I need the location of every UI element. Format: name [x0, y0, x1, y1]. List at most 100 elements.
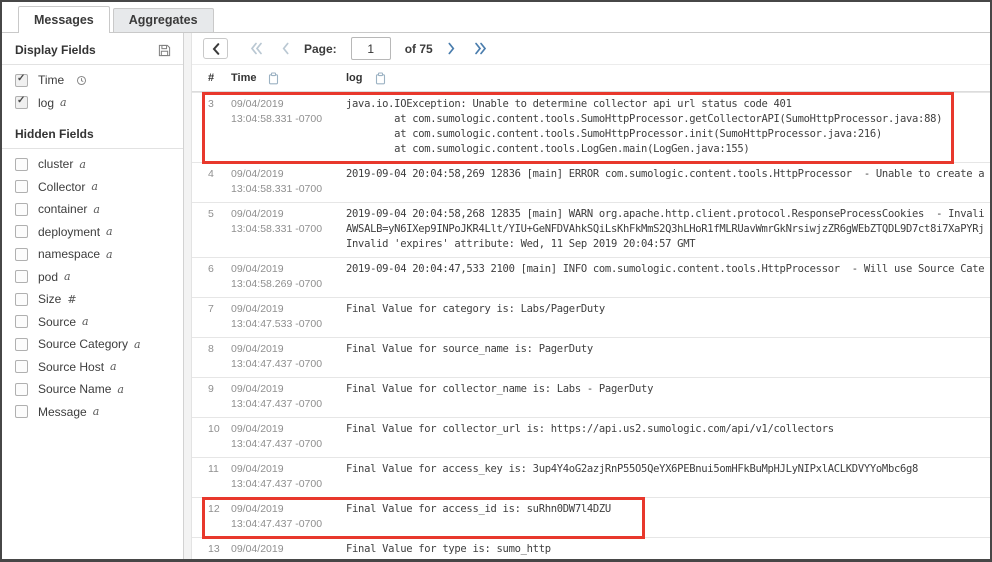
log-row[interactable]: 12 09/04/2019 13:04:47.437 -0700 Final V… — [192, 497, 990, 537]
field-checkbox[interactable] — [15, 248, 28, 261]
row-date: 09/04/2019 — [231, 462, 346, 477]
row-timestamp: 13:04:47.437 -0700 — [231, 357, 346, 372]
display-field-item[interactable]: log a — [2, 92, 183, 115]
hidden-field-item[interactable]: Collector a — [2, 176, 183, 199]
row-date: 09/04/2019 — [231, 207, 346, 222]
content-area: Display Fields Time — [2, 33, 990, 559]
row-number: 4 — [208, 167, 231, 197]
hidden-field-item[interactable]: Message a — [2, 401, 183, 424]
row-number: 7 — [208, 302, 231, 332]
row-log-message: Final Value for access_key is: 3up4Y4oG2… — [346, 462, 990, 492]
hidden-field-item[interactable]: Source Host a — [2, 356, 183, 379]
hidden-field-item[interactable]: pod a — [2, 266, 183, 289]
row-number: 9 — [208, 382, 231, 412]
field-type-suffix: a — [64, 270, 71, 283]
row-date: 09/04/2019 — [231, 302, 346, 317]
double-chevron-left-icon — [250, 42, 263, 55]
row-date: 09/04/2019 — [231, 167, 346, 182]
row-time: 09/04/2019 13:04:47.437 -0700 — [231, 462, 346, 492]
log-row[interactable]: 6 09/04/2019 13:04:58.269 -0700 2019-09-… — [192, 257, 990, 297]
hidden-field-item[interactable]: container a — [2, 198, 183, 221]
field-label: namespace — [38, 247, 100, 261]
pagination-toolbar: Page: of 75 — [192, 33, 990, 65]
field-label: Source Host — [38, 360, 104, 374]
field-checkbox[interactable] — [15, 225, 28, 238]
page-number-input[interactable] — [351, 37, 391, 60]
hidden-field-item[interactable]: cluster a — [2, 153, 183, 176]
row-date: 09/04/2019 — [231, 422, 346, 437]
row-number: 8 — [208, 342, 231, 372]
row-time: 09/04/2019 13:04:58.331 -0700 — [231, 207, 346, 252]
field-checkbox[interactable] — [15, 180, 28, 193]
row-date: 09/04/2019 — [231, 342, 346, 357]
field-label: deployment — [38, 225, 100, 239]
row-time: 09/04/2019 13:04:47.437 -0700 — [231, 502, 346, 532]
log-row[interactable]: 4 09/04/2019 13:04:58.331 -0700 2019-09-… — [192, 162, 990, 202]
copy-column-icon[interactable] — [268, 72, 279, 85]
field-checkbox[interactable] — [15, 270, 28, 283]
chevron-right-icon — [447, 42, 456, 55]
display-fields-list: Time log a — [2, 65, 183, 114]
column-header-time[interactable]: Time — [231, 72, 346, 85]
log-row[interactable]: 5 09/04/2019 13:04:58.331 -0700 2019-09-… — [192, 202, 990, 257]
last-page-button[interactable] — [465, 42, 496, 55]
row-time: 09/04/2019 13:04:58.331 -0700 — [231, 167, 346, 197]
row-number: 10 — [208, 422, 231, 452]
hidden-fields-list: cluster a Collector a container a — [2, 149, 183, 423]
first-page-button[interactable] — [241, 42, 272, 55]
field-checkbox[interactable] — [15, 96, 28, 109]
field-checkbox[interactable] — [15, 383, 28, 396]
row-timestamp: 13:04:47.437 -0700 — [231, 437, 346, 452]
field-type-suffix: a — [93, 405, 100, 418]
column-header-num[interactable]: # — [208, 72, 231, 84]
chevron-left-icon — [281, 42, 290, 55]
field-type-suffix: a — [134, 338, 141, 351]
chevron-left-icon — [212, 43, 220, 55]
log-row[interactable]: 11 09/04/2019 13:04:47.437 -0700 Final V… — [192, 457, 990, 497]
hidden-field-item[interactable]: namespace a — [2, 243, 183, 266]
hidden-fields-title: Hidden Fields — [15, 127, 94, 141]
copy-column-icon[interactable] — [375, 72, 386, 85]
field-checkbox[interactable] — [15, 405, 28, 418]
field-checkbox[interactable] — [15, 338, 28, 351]
next-page-button[interactable] — [438, 42, 465, 55]
row-timestamp: 13:04:47.437 -0700 — [231, 517, 346, 532]
log-row[interactable]: 9 09/04/2019 13:04:47.437 -0700 Final Va… — [192, 377, 990, 417]
row-log-message: java.io.IOException: Unable to determine… — [346, 97, 990, 157]
collapse-sidebar-button[interactable] — [203, 38, 228, 59]
save-fields-icon[interactable] — [158, 44, 171, 57]
log-row[interactable]: 10 09/04/2019 13:04:47.437 -0700 Final V… — [192, 417, 990, 457]
log-row[interactable]: 13 09/04/2019 Final Value for type is: s… — [192, 537, 990, 559]
hidden-field-item[interactable]: Size # — [2, 288, 183, 311]
field-type-suffix: a — [82, 315, 89, 328]
hidden-field-item[interactable]: deployment a — [2, 221, 183, 244]
tab-aggregates[interactable]: Aggregates — [113, 8, 214, 32]
field-checkbox[interactable] — [15, 158, 28, 171]
display-field-item[interactable]: Time — [2, 69, 183, 92]
log-row[interactable]: 7 09/04/2019 13:04:47.533 -0700 Final Va… — [192, 297, 990, 337]
field-label: container — [38, 202, 87, 216]
row-time: 09/04/2019 13:04:58.269 -0700 — [231, 262, 346, 292]
field-checkbox[interactable] — [15, 360, 28, 373]
field-label: cluster — [38, 157, 73, 171]
tab-messages[interactable]: Messages — [18, 6, 110, 33]
field-checkbox[interactable] — [15, 74, 28, 87]
field-checkbox[interactable] — [15, 315, 28, 328]
row-time: 09/04/2019 13:04:47.533 -0700 — [231, 302, 346, 332]
row-log-message: Final Value for access_id is: suRhn0DW7l… — [346, 502, 990, 532]
hidden-field-item[interactable]: Source Name a — [2, 378, 183, 401]
column-header-log[interactable]: log — [346, 72, 386, 85]
field-checkbox[interactable] — [15, 293, 28, 306]
hidden-field-item[interactable]: Source a — [2, 311, 183, 334]
log-row[interactable]: 3 09/04/2019 13:04:58.331 -0700 java.io.… — [192, 92, 990, 162]
page-count-label: of 75 — [405, 42, 433, 56]
log-row[interactable]: 8 09/04/2019 13:04:47.437 -0700 Final Va… — [192, 337, 990, 377]
field-checkbox[interactable] — [15, 203, 28, 216]
prev-page-button[interactable] — [272, 42, 299, 55]
row-date: 09/04/2019 — [231, 502, 346, 517]
panel-resize-gutter[interactable] — [184, 33, 192, 559]
row-log-message: 2019-09-04 20:04:58,269 12836 [main] ERR… — [346, 167, 990, 197]
clock-icon — [76, 75, 87, 86]
hidden-field-item[interactable]: Source Category a — [2, 333, 183, 356]
row-number: 3 — [208, 97, 231, 157]
